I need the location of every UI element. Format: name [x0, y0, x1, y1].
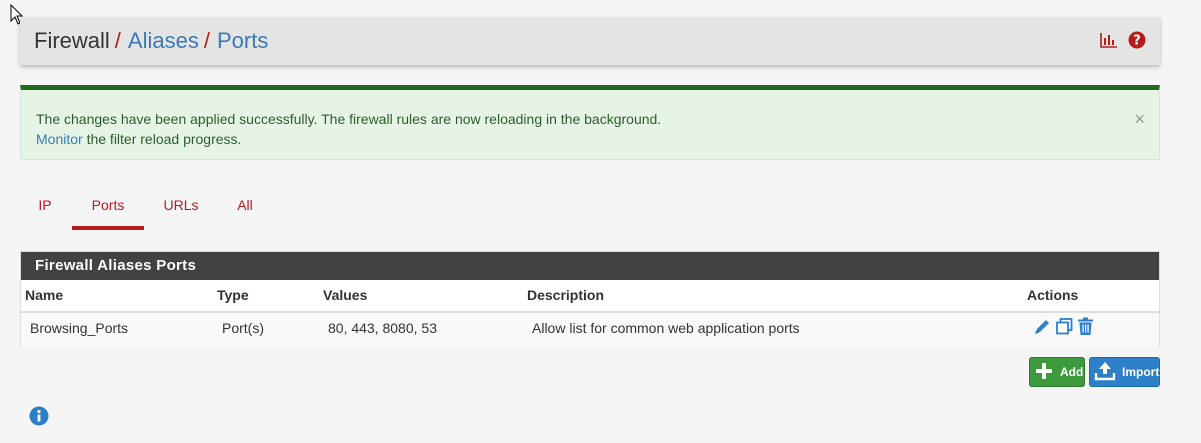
row-actions [1033, 317, 1094, 341]
cell-values: 80, 443, 8080, 53 [328, 320, 437, 336]
column-header-actions: Actions [1027, 287, 1079, 303]
bar-chart-icon[interactable] [1100, 32, 1118, 48]
svg-text:?: ? [1133, 34, 1141, 49]
page-header: Firewall / Aliases / Ports ? [20, 17, 1160, 65]
breadcrumb-separator: / [114, 28, 121, 53]
success-alert: The changes have been applied successful… [20, 85, 1160, 160]
edit-icon[interactable] [1033, 317, 1052, 341]
info-icon[interactable] [29, 406, 49, 431]
breadcrumb-ports-link[interactable]: Ports [217, 28, 268, 53]
cell-description: Allow list for common web application po… [532, 320, 800, 336]
import-button-label: Import [1122, 365, 1160, 379]
column-header-values: Values [323, 287, 368, 303]
column-header-type: Type [217, 287, 249, 303]
aliases-panel: Firewall Aliases Ports Name Type Values … [20, 251, 1160, 347]
cell-type: Port(s) [222, 320, 264, 336]
panel-title: Firewall Aliases Ports [21, 252, 1159, 280]
tab-all[interactable]: All [228, 190, 262, 230]
breadcrumb-aliases-link[interactable]: Aliases [128, 28, 199, 53]
alert-message: The changes have been applied successful… [36, 111, 662, 127]
breadcrumb: Firewall / Aliases / Ports [34, 28, 268, 54]
alert-message-line2: Monitor the filter reload progress. [36, 131, 241, 147]
breadcrumb-separator: / [203, 28, 210, 53]
close-icon[interactable]: × [1134, 110, 1145, 128]
upload-icon [1094, 361, 1116, 384]
import-button[interactable]: Import [1089, 357, 1160, 387]
plus-icon [1034, 361, 1054, 384]
cell-name: Browsing_Ports [30, 320, 129, 336]
column-header-description: Description [527, 287, 605, 303]
monitor-link[interactable]: Monitor [36, 131, 83, 147]
breadcrumb-firewall: Firewall [34, 28, 110, 53]
help-icon[interactable]: ? [1128, 31, 1146, 49]
tab-ports[interactable]: Ports [72, 190, 144, 230]
tab-urls[interactable]: URLs [156, 190, 206, 230]
alert-message-rest: the filter reload progress. [82, 131, 242, 147]
delete-icon[interactable] [1077, 317, 1094, 341]
add-button[interactable]: Add [1029, 357, 1085, 387]
add-button-label: Add [1060, 365, 1084, 379]
column-header-name: Name [25, 287, 64, 303]
tab-ip[interactable]: IP [24, 190, 66, 230]
copy-icon[interactable] [1055, 317, 1074, 341]
